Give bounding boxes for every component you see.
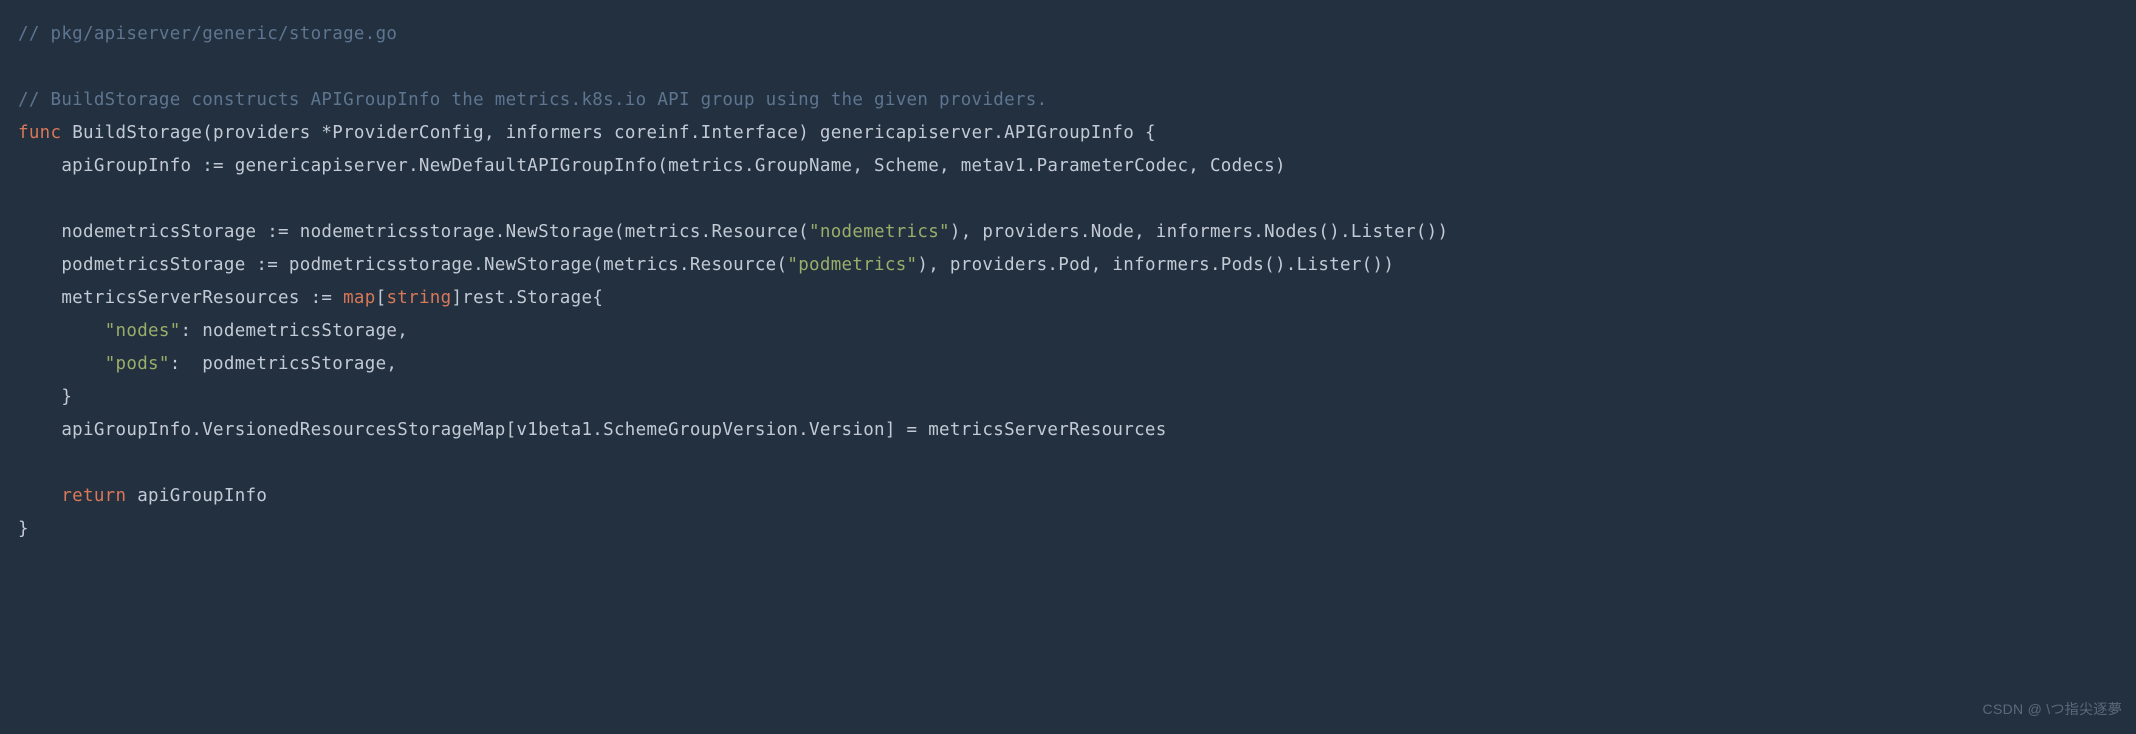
code-block: // pkg/apiserver/generic/storage.go // B… bbox=[18, 18, 2136, 546]
line-resources-c: ]rest.Storage{ bbox=[451, 288, 603, 308]
line-podstorage-b: ), providers.Pod, informers.Pods().Liste… bbox=[917, 255, 1394, 275]
close-brace: } bbox=[18, 519, 29, 539]
line-versioned: apiGroupInfo.VersionedResourcesStorageMa… bbox=[18, 420, 1167, 440]
keyword-func: func bbox=[18, 123, 61, 143]
keyword-map: map bbox=[343, 288, 376, 308]
str-nodes: "nodes" bbox=[105, 321, 181, 341]
keyword-return: return bbox=[61, 486, 126, 506]
str-pods: "pods" bbox=[105, 354, 170, 374]
indent-nodes bbox=[18, 321, 105, 341]
line-resources-a: metricsServerResources := bbox=[18, 288, 343, 308]
line-podstorage-a: podmetricsStorage := podmetricsstorage.N… bbox=[18, 255, 787, 275]
func-sig: (providers *ProviderConfig, informers co… bbox=[202, 123, 1156, 143]
type-string: string bbox=[386, 288, 451, 308]
watermark: CSDN @ \つ指尖逐夢 bbox=[1983, 693, 2122, 726]
str-nodemetrics: "nodemetrics" bbox=[809, 222, 950, 242]
line-nodestorage-b: ), providers.Node, informers.Nodes().Lis… bbox=[950, 222, 1448, 242]
line-pods-b: : podmetricsStorage, bbox=[170, 354, 398, 374]
line-close-map: } bbox=[18, 387, 72, 407]
bracket-open: [ bbox=[376, 288, 387, 308]
comment-doc: // BuildStorage constructs APIGroupInfo … bbox=[18, 90, 1047, 110]
line-nodestorage-a: nodemetricsStorage := nodemetricsstorage… bbox=[18, 222, 809, 242]
func-name: BuildStorage bbox=[72, 123, 202, 143]
return-val: apiGroupInfo bbox=[126, 486, 267, 506]
comment-file: // pkg/apiserver/generic/storage.go bbox=[18, 24, 397, 44]
line-apigroupinfo: apiGroupInfo := genericapiserver.NewDefa… bbox=[18, 156, 1286, 176]
indent-pods bbox=[18, 354, 105, 374]
line-nodes-b: : nodemetricsStorage, bbox=[181, 321, 409, 341]
str-podmetrics: "podmetrics" bbox=[787, 255, 917, 275]
